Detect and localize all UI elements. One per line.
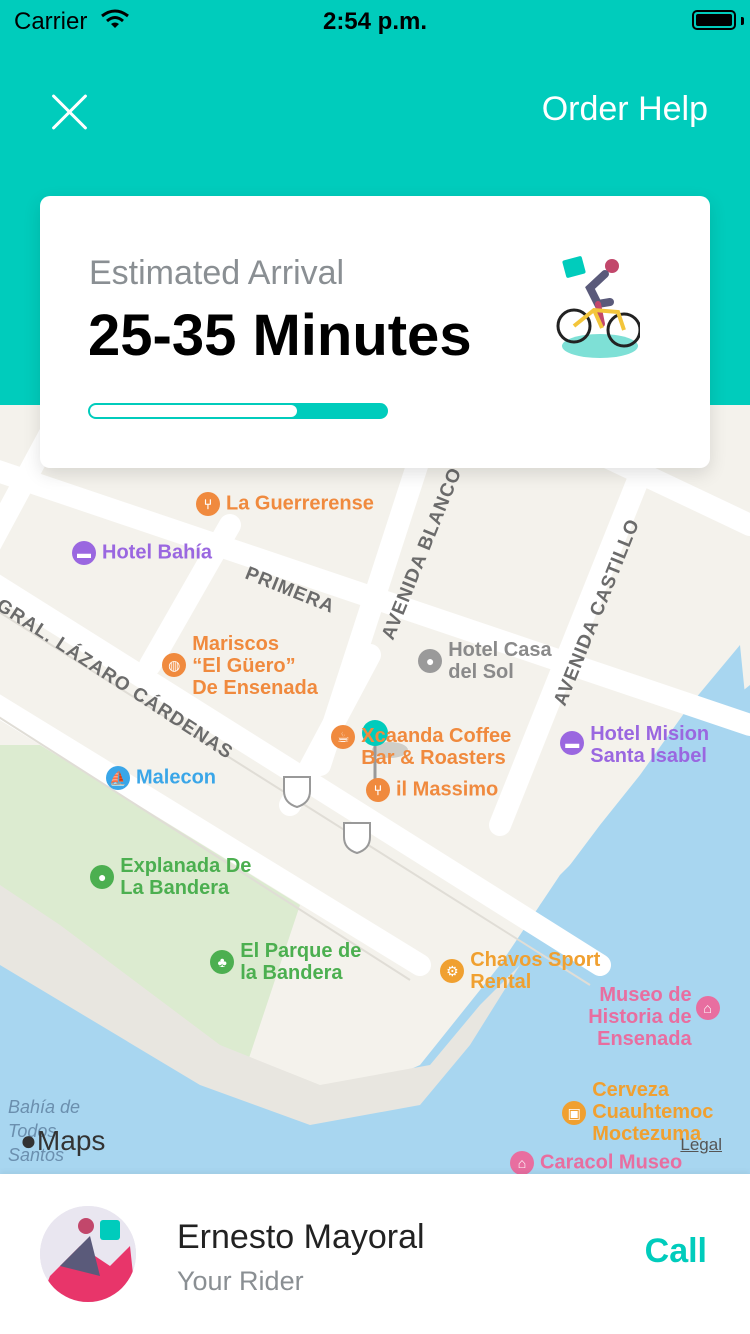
clock: 2:54 p.m. <box>322 8 428 35</box>
eta-label: Estimated Arrival <box>89 254 345 292</box>
rider-avatar <box>40 1206 136 1302</box>
eta-progress-bar <box>88 403 388 419</box>
bike-icon: ⚙ <box>440 959 465 983</box>
order-help-button[interactable]: Order Help <box>542 90 708 129</box>
tree-icon: ♣ <box>210 950 235 974</box>
poi-hotel-bahia[interactable]: ▬ Hotel Bahía <box>72 541 212 565</box>
cyclist-rider-icon <box>550 254 642 364</box>
store-icon: ▣ <box>562 1101 587 1125</box>
call-button[interactable]: Call <box>645 1232 707 1271</box>
status-bar: Carrier 2:54 p.m. <box>0 0 750 40</box>
dot-icon: ● <box>90 865 115 889</box>
museum-icon: ⌂ <box>695 996 720 1020</box>
poi-hotel-casa-del-sol[interactable]: ● Hotel Casa del Sol <box>396 617 552 705</box>
seafood-icon: ◍ <box>162 653 187 677</box>
apple-logo-icon: ● <box>20 1125 37 1156</box>
rider-panel: Ernesto Mayoral Your Rider Call <box>0 1174 750 1334</box>
bed-icon: ▬ <box>560 731 585 755</box>
close-icon[interactable] <box>48 90 92 134</box>
battery-icon <box>692 10 736 30</box>
poi-explanada[interactable]: ● Explanada De La Bandera <box>68 833 251 921</box>
eta-progress-fill <box>90 405 297 417</box>
museum-icon: ⌂ <box>510 1151 534 1174</box>
rider-role: Your Rider <box>177 1266 304 1296</box>
eta-card: Estimated Arrival 25-35 Minutes <box>40 196 710 468</box>
fork-knife-icon: ⑂ <box>366 778 390 802</box>
poi-malecon[interactable]: ⛵ Malecon <box>106 766 216 790</box>
poi-la-guerrerense[interactable]: ⑂ La Guerrerense <box>196 492 374 516</box>
poi-museo-historia[interactable]: Museo de Historia de Ensenada⌂ <box>566 962 720 1072</box>
eta-value: 25-35 Minutes <box>88 303 472 368</box>
legal-link[interactable]: Legal <box>680 1135 722 1155</box>
maps-logo: ●Maps <box>20 1125 106 1156</box>
dot-icon: ● <box>418 649 443 673</box>
poi-hotel-mision[interactable]: ▬ Hotel Mision Santa Isabel <box>538 701 709 789</box>
poi-il-massimo[interactable]: ⑂ il Massimo <box>366 778 498 802</box>
poi-caracol-museo[interactable]: ⌂ Caracol Museo <box>510 1151 682 1174</box>
fork-knife-icon: ⑂ <box>196 492 220 516</box>
sailboat-icon: ⛵ <box>106 766 130 790</box>
coffee-icon: ☕ <box>331 725 356 749</box>
delivery-map[interactable]: PRIMERA GRAL. LÁZARO CÁRDENAS AVENIDA BL… <box>0 405 750 1174</box>
poi-parque-bandera[interactable]: ♣ El Parque de la Bandera <box>188 918 361 1006</box>
poi-mariscos-el-guero[interactable]: ◍Mariscos “El Güero” De Ensenada <box>140 611 318 721</box>
rider-name: Ernesto Mayoral <box>177 1218 425 1256</box>
bed-icon: ▬ <box>72 541 96 565</box>
